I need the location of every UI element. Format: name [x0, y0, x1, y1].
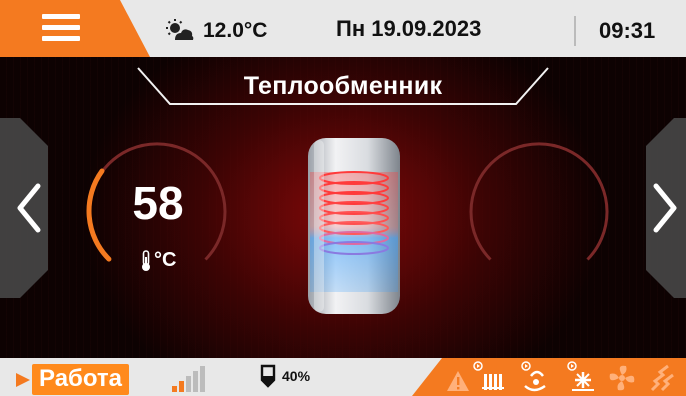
previous-screen-button[interactable]	[0, 118, 48, 298]
next-screen-button[interactable]	[646, 118, 686, 298]
menu-tab[interactable]	[0, 0, 150, 57]
temperature-gauge-fill	[86, 168, 112, 262]
page-title: Теплообменник	[243, 72, 443, 100]
outdoor-temperature: 12.0°C	[203, 19, 268, 42]
time-display[interactable]: 09:31	[599, 18, 655, 44]
partly-cloudy-icon	[166, 19, 194, 40]
operation-status-label: Работа	[32, 364, 130, 395]
fuel-level-icon	[260, 364, 276, 388]
device-status-icons	[412, 358, 686, 396]
weather-display: 12.0°C	[163, 18, 267, 44]
heat-exchanger-screen: 12.0°C Пн 19.09.2023 09:31 Теплообменник…	[0, 0, 686, 396]
temperature-value: 58	[132, 177, 184, 229]
header-divider	[574, 16, 576, 46]
heat-exchanger-tank-image	[308, 138, 400, 314]
menu-icon[interactable]	[42, 14, 80, 41]
fuel-level-display[interactable]: 40%	[260, 364, 310, 388]
temperature-unit-label: °C	[154, 249, 177, 271]
secondary-gauge	[469, 142, 609, 261]
thermometer-icon	[142, 249, 150, 271]
operation-status[interactable]: Работа	[14, 364, 130, 395]
temperature-unit: °C	[140, 249, 176, 272]
fuel-level-value: 40%	[282, 368, 311, 384]
top-bar: 12.0°C Пн 19.09.2023 09:31	[0, 0, 686, 57]
date-display: Пн 19.09.2023	[336, 16, 482, 41]
play-icon	[16, 372, 30, 387]
signal-strength-icon	[172, 366, 205, 392]
